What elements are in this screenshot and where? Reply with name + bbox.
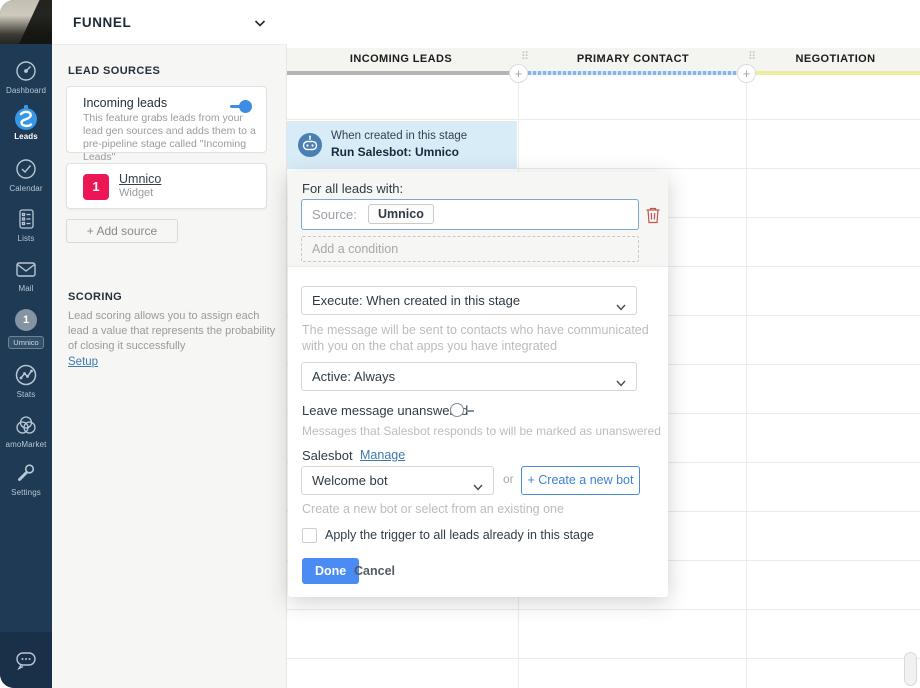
sidebar-item-stats[interactable]: Stats bbox=[0, 362, 52, 399]
leave-unanswered-toggle[interactable] bbox=[450, 403, 476, 419]
umnico-count-badge: 1 bbox=[15, 309, 37, 331]
mail-icon bbox=[0, 256, 52, 282]
stage-accent-incoming-leads bbox=[287, 71, 515, 75]
lists-icon bbox=[0, 206, 52, 232]
incoming-leads-title: Incoming leads bbox=[83, 96, 167, 110]
trigger-action-text: Run Salesbot: Umnico bbox=[331, 145, 459, 159]
scoring-heading: SCORING bbox=[68, 291, 122, 303]
chevron-down-icon bbox=[253, 16, 267, 35]
settings-icon bbox=[0, 460, 52, 486]
umnico-source-link[interactable]: Umnico bbox=[119, 172, 161, 186]
sidebar-item-lists[interactable]: Lists bbox=[0, 206, 52, 243]
salesbot-trigger-card[interactable]: When created in this stage Run Salesbot:… bbox=[287, 121, 517, 169]
sidebar-item-label: Mail bbox=[0, 284, 52, 293]
sidebar-item-dashboard[interactable]: Dashboard bbox=[0, 58, 52, 95]
sidebar-item-mail[interactable]: Mail bbox=[0, 256, 52, 293]
calendar-icon bbox=[0, 156, 52, 182]
drag-handle-icon[interactable]: ⠿ bbox=[748, 50, 756, 63]
source-field-label: Source: bbox=[312, 207, 357, 222]
drag-handle-icon[interactable]: ⠿ bbox=[521, 50, 529, 63]
salesbot-robot-icon bbox=[296, 131, 324, 159]
sidebar-item-label: Leads bbox=[0, 132, 52, 141]
umnico-source-badge: 1 bbox=[83, 174, 109, 200]
bot-select[interactable]: Welcome bot bbox=[301, 466, 494, 495]
scoring-description: Lead scoring allows you to assign each l… bbox=[68, 309, 280, 354]
chevron-down-icon bbox=[615, 295, 627, 322]
delete-condition-button[interactable] bbox=[645, 206, 661, 224]
create-new-bot-button[interactable]: + Create a new bot bbox=[521, 466, 640, 495]
sidebar-item-settings[interactable]: Settings bbox=[0, 460, 52, 497]
cancel-button[interactable]: Cancel bbox=[354, 564, 395, 578]
active-select[interactable]: Active: Always bbox=[301, 362, 637, 391]
dashboard-icon bbox=[0, 58, 52, 84]
conditions-label: For all leads with: bbox=[302, 181, 403, 196]
chevron-down-icon bbox=[615, 371, 627, 398]
leave-unanswered-label: Leave message unanswered bbox=[302, 403, 468, 418]
salesbot-label: Salesbot bbox=[302, 448, 353, 463]
incoming-leads-card: Incoming leads This feature grabs leads … bbox=[66, 86, 267, 153]
sidebar-item-calendar[interactable]: Calendar bbox=[0, 156, 52, 193]
add-stage-button[interactable]: + bbox=[737, 64, 756, 83]
trigger-condition-text: When created in this stage bbox=[331, 130, 467, 142]
bot-select-value: Welcome bot bbox=[312, 473, 388, 488]
active-select-value: Active: Always bbox=[312, 369, 395, 384]
scoring-setup-link[interactable]: Setup bbox=[68, 356, 98, 368]
sidebar-item-label: amoMarket bbox=[0, 440, 52, 449]
sidebar-item-label: Umnico bbox=[8, 336, 43, 349]
lead-sources-heading: LEAD SOURCES bbox=[68, 65, 160, 77]
execute-select-value: Execute: When created in this stage bbox=[312, 293, 520, 308]
sidebar-item-umnico[interactable]: 1 Umnico bbox=[0, 306, 52, 350]
apply-trigger-label: Apply the trigger to all leads already i… bbox=[325, 528, 594, 542]
umnico-badge-icon: 1 bbox=[0, 306, 52, 332]
trash-icon bbox=[645, 206, 661, 224]
source-value-chip[interactable]: Umnico bbox=[368, 204, 434, 224]
leads-icon bbox=[0, 104, 52, 130]
sidebar-item-label: Dashboard bbox=[0, 86, 52, 95]
sidebar-item-leads[interactable]: Leads bbox=[0, 104, 52, 141]
done-button[interactable]: Done bbox=[302, 558, 359, 584]
sidebar-item-label: Calendar bbox=[0, 184, 52, 193]
execute-select[interactable]: Execute: When created in this stage bbox=[301, 286, 637, 315]
umnico-source-card[interactable]: 1 Umnico Widget bbox=[66, 163, 267, 209]
sidebar-item-label: Settings bbox=[0, 488, 52, 497]
stage-accent-primary-contact bbox=[523, 71, 743, 75]
vertical-scrollbar-thumb[interactable] bbox=[904, 652, 917, 686]
funnel-settings-panel: FUNNEL LEAD SOURCES Incoming leads This … bbox=[52, 0, 287, 688]
or-separator-label: or bbox=[503, 472, 514, 486]
add-stage-button[interactable]: + bbox=[509, 64, 528, 83]
apply-trigger-checkbox[interactable] bbox=[302, 528, 317, 543]
stage-accent-negotiation bbox=[751, 71, 920, 75]
unanswered-help-text: Messages that Salesbot responds to will … bbox=[302, 424, 661, 438]
funnel-header-dropdown[interactable]: FUNNEL bbox=[52, 0, 287, 45]
chat-support-icon[interactable] bbox=[12, 661, 40, 678]
add-condition-button[interactable]: Add a condition bbox=[301, 236, 639, 262]
execute-help-text: The message will be sent to contacts who… bbox=[302, 322, 650, 354]
chevron-down-icon bbox=[472, 475, 484, 502]
amomarket-icon bbox=[0, 412, 52, 438]
umnico-source-subtitle: Widget bbox=[119, 187, 153, 199]
incoming-leads-description: This feature grabs leads from your lead … bbox=[83, 112, 261, 164]
stats-icon bbox=[0, 362, 52, 388]
sidebar-item-label: Lists bbox=[0, 234, 52, 243]
column-header-negotiation[interactable]: NEGOTIATION bbox=[751, 53, 920, 65]
salesbot-settings-modal: For all leads with: Source: Umnico Add a… bbox=[288, 172, 668, 597]
condition-source-field[interactable]: Source: Umnico bbox=[301, 199, 639, 230]
column-header-incoming-leads[interactable]: INCOMING LEADS bbox=[287, 53, 515, 65]
sidebar-footer bbox=[0, 632, 52, 688]
manage-bots-link[interactable]: Manage bbox=[360, 448, 405, 462]
add-source-button[interactable]: + Add source bbox=[66, 219, 178, 243]
sidebar-item-amomarket[interactable]: amoMarket bbox=[0, 412, 52, 449]
sidebar-item-label: Stats bbox=[0, 390, 52, 399]
column-divider bbox=[746, 71, 747, 688]
funnel-title: FUNNEL bbox=[73, 15, 131, 30]
account-logo-photo[interactable] bbox=[0, 0, 52, 44]
sidebar: Dashboard Leads Calendar bbox=[0, 0, 52, 688]
app-window: Dashboard Leads Calendar bbox=[0, 0, 920, 688]
bot-help-text: Create a new bot or select from an exist… bbox=[302, 502, 564, 516]
column-header-primary-contact[interactable]: PRIMARY CONTACT bbox=[523, 53, 743, 65]
